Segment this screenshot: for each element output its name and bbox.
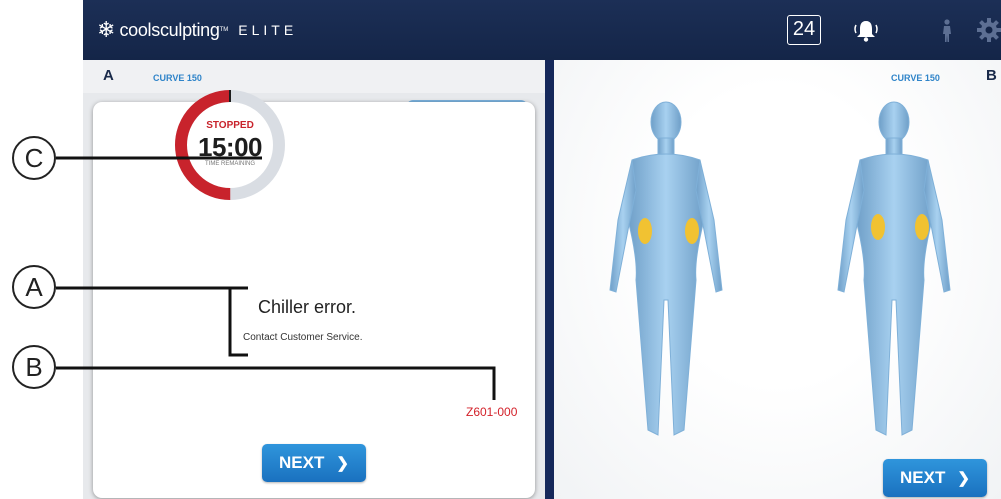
next-button-a[interactable]: NEXT ❯ bbox=[262, 444, 366, 482]
applicator-marker-back-left bbox=[871, 214, 885, 240]
brand-trademark: TM bbox=[219, 27, 229, 33]
next-button-a-label: NEXT bbox=[279, 453, 325, 472]
cycle-counter[interactable]: 24 bbox=[787, 15, 821, 45]
body-diagram bbox=[609, 101, 951, 436]
brand-logo: ❄ coolsculpting TM ELITE bbox=[97, 19, 297, 41]
bell-icon[interactable] bbox=[853, 18, 879, 44]
chevron-right-icon: ❯ bbox=[957, 470, 970, 487]
panel-a-header: A CURVE 150 bbox=[83, 60, 545, 93]
next-button-b[interactable]: NEXT ❯ bbox=[883, 459, 987, 497]
callout-a: A bbox=[12, 265, 56, 309]
timer-time: 15:00 bbox=[198, 132, 263, 162]
timer-status: STOPPED bbox=[206, 120, 254, 131]
chevron-right-icon: ❯ bbox=[336, 455, 349, 472]
callout-b: B bbox=[12, 345, 56, 389]
treatment-timer: STOPPED 15:00 TIME REMAINING bbox=[175, 90, 285, 200]
error-detail: Contact Customer Service. bbox=[243, 332, 363, 343]
brand-suffix: ELITE bbox=[238, 22, 298, 38]
person-icon[interactable] bbox=[941, 19, 953, 43]
applicator-marker-front-left bbox=[638, 218, 652, 244]
header-bar: ❄ coolsculpting TM ELITE 24 bbox=[83, 0, 1001, 60]
timer-caption: TIME REMAINING bbox=[204, 161, 255, 167]
brand-name: coolsculpting bbox=[119, 19, 220, 40]
body-front-figure bbox=[609, 101, 723, 436]
error-code: Z601-000 bbox=[466, 405, 518, 419]
applicator-marker-back-right bbox=[915, 214, 929, 240]
panel-a-curve-label: CURVE 150 bbox=[153, 73, 202, 83]
panel-letter-a: A bbox=[103, 67, 114, 84]
callout-c: C bbox=[12, 136, 56, 180]
error-title: Chiller error. bbox=[258, 297, 357, 317]
panel-divider bbox=[545, 60, 554, 499]
app-screen: ❄ coolsculpting TM ELITE 24 A CURVE 150 … bbox=[0, 0, 1001, 499]
applicator-marker-front-right bbox=[685, 218, 699, 244]
applicator-panel-b: CURVE 150 B bbox=[554, 60, 1001, 499]
body-back-figure bbox=[837, 101, 951, 436]
snowflake-icon: ❄ bbox=[97, 17, 116, 42]
gear-icon[interactable] bbox=[976, 17, 1001, 43]
next-button-b-label: NEXT bbox=[900, 468, 946, 487]
applicator-panel-a: A CURVE 150 bbox=[83, 60, 545, 499]
